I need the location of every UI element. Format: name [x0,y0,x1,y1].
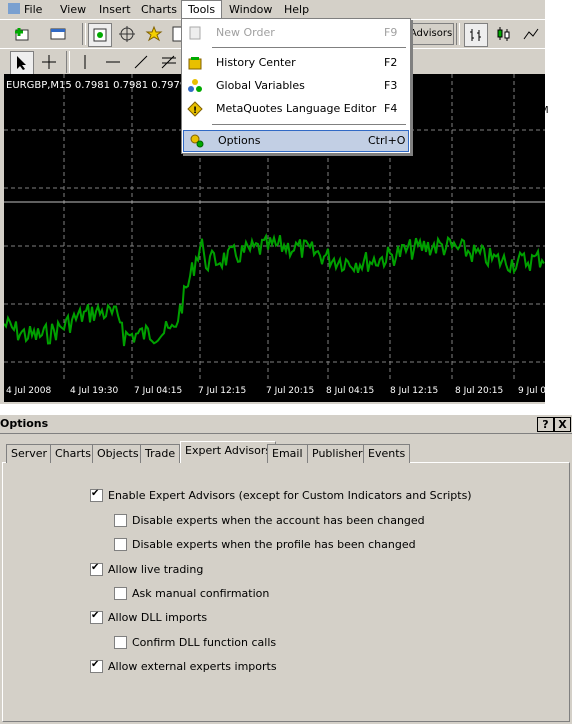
tab-expert-advisors[interactable]: Expert Advisors [180,441,277,463]
options-icon [189,133,205,149]
menu-item-global-variables[interactable]: Global Variables F3 [182,76,410,96]
x-tick-label: 8 Jul 12:15 [390,386,439,396]
tab-email[interactable]: Email [267,444,308,463]
enable-expert-advisors-label: Enable Expert Advisors (except for Custo… [108,489,472,502]
crosshair-icon[interactable] [38,51,60,73]
file-menu-label: File [24,3,43,16]
cursor-icon[interactable] [10,51,34,75]
enable-expert-advisors-checkbox[interactable] [90,488,103,502]
bar-chart-icon[interactable] [464,23,488,47]
menu-item-new-order[interactable]: New Order F9 [182,23,410,43]
fibonacci-icon[interactable] [158,51,180,73]
tab-trade[interactable]: Trade [140,444,181,463]
menu-item-label: MetaQuotes Language Editor [216,102,377,115]
window-menu[interactable]: Window [223,2,278,17]
allow-external-imports-checkbox[interactable] [90,659,103,673]
allow-live-trading-checkbox[interactable] [90,562,103,576]
menu-item-shortcut: F2 [384,56,398,69]
menu-item-label: New Order [216,26,275,39]
profiles-icon[interactable] [48,23,70,45]
expert-advisors-button[interactable]: Advisors [408,23,454,45]
menu-separator [212,47,406,48]
ask-manual-confirmation-checkbox[interactable] [114,587,127,600]
vertical-line-icon[interactable] [74,51,96,73]
allow-external-imports-label: Allow external experts imports [108,660,277,673]
navigator-icon[interactable] [116,23,138,45]
toolbar-separator [66,51,70,73]
close-button[interactable]: X [554,417,571,432]
allow-live-trading-label: Allow live trading [108,563,204,576]
confirm-dll-calls-checkbox[interactable] [114,636,127,649]
menu-item-shortcut: F9 [384,26,398,39]
tab-server[interactable]: Server [6,444,53,463]
metaeditor-icon: ! [187,101,203,117]
allow-dll-imports-checkbox[interactable] [90,610,103,624]
horizontal-line-icon[interactable] [102,51,124,73]
menu-item-shortcut: F3 [384,79,398,92]
line-chart-icon[interactable] [520,23,542,45]
x-tick-label: 8 Jul 04:15 [326,386,375,396]
app-icon [8,3,20,14]
svg-text:!: ! [193,106,197,116]
menu-item-history-center[interactable]: History Center F2 [182,53,410,73]
tools-dropdown-menu: New Order F9 History Center F2 Global Va… [181,18,411,154]
x-tick-label: 7 Jul 20:15 [266,386,315,396]
charts-menu[interactable]: Charts [135,2,183,17]
confirm-dll-calls-label: Confirm DLL function calls [132,636,277,649]
global-variables-icon [187,78,203,94]
x-tick-label: 4 Jul 2008 [6,386,52,396]
x-tick-label: 4 Jul 19:30 [70,386,119,396]
tab-charts[interactable]: Charts [50,444,96,463]
menu-item-label: History Center [216,56,296,69]
new-chart-icon[interactable] [12,23,34,45]
market-watch-icon[interactable] [88,23,112,47]
chart-symbol-label: EURGBP,M15 0.7981 0.7981 0.7979 0.7 [6,80,206,91]
x-tick-label: 8 Jul 20:15 [455,386,504,396]
file-menu[interactable]: File [2,2,48,17]
new-order-icon [187,25,203,41]
view-menu[interactable]: View [54,2,92,17]
ask-manual-confirmation-label: Ask manual confirmation [132,587,270,600]
disable-on-account-change-label: Disable experts when the account has bee… [132,514,425,527]
menu-item-label: Options [218,134,261,147]
tab-objects[interactable]: Objects [92,444,144,463]
help-menu[interactable]: Help [278,2,315,17]
tools-menu[interactable]: Tools [181,0,223,19]
toolbar-separator [82,23,86,45]
insert-menu[interactable]: Insert [93,2,137,17]
menu-separator [212,124,406,125]
candlestick-icon[interactable] [492,23,514,45]
favorites-icon[interactable] [143,23,165,45]
tab-events[interactable]: Events [363,444,411,463]
menu-item-metaquotes-editor[interactable]: ! MetaQuotes Language Editor F4 [182,99,410,119]
x-tick-label: 9 Jul 04:15 [518,386,567,396]
dialog-titlebar [0,415,572,434]
toolbar-separator [456,23,460,45]
trendline-icon[interactable] [130,51,152,73]
tab-publisher[interactable]: Publisher [307,444,368,463]
x-tick-label: 7 Jul 04:15 [134,386,183,396]
disable-on-profile-change-checkbox[interactable] [114,538,127,551]
x-tick-label: 7 Jul 12:15 [198,386,247,396]
menu-item-options[interactable]: Options Ctrl+O [183,130,409,152]
menu-item-label: Global Variables [216,79,305,92]
history-center-icon [187,55,203,71]
menu-item-shortcut: F4 [384,102,398,115]
disable-on-profile-change-label: Disable experts when the profile has bee… [132,538,416,551]
disable-on-account-change-checkbox[interactable] [114,514,127,527]
menu-bar: File View Insert Charts Tools Window Hel… [0,0,545,19]
help-button[interactable]: ? [537,417,554,432]
allow-dll-imports-label: Allow DLL imports [108,611,208,624]
menu-item-shortcut: Ctrl+O [368,134,406,147]
dialog-title: Options [0,417,49,430]
